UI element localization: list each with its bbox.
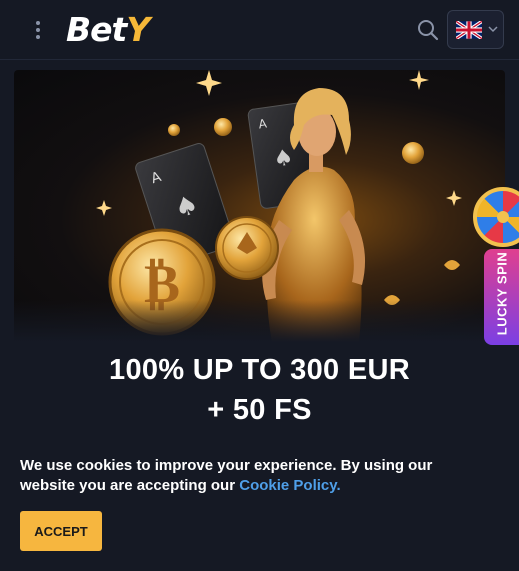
cookie-text: We use cookies to improve your experienc… [20,457,433,494]
accept-cookies-button[interactable]: ACCEPT [20,511,102,551]
chevron-down-icon [488,26,498,33]
cookie-policy-link[interactable]: Cookie Policy. [239,477,340,494]
ethereum-coin [215,216,279,280]
lucky-spin-label: LUCKY SPIN [494,251,510,336]
uk-flag-icon [456,21,482,39]
svg-text:♠: ♠ [272,145,295,173]
search-icon[interactable] [417,19,439,41]
banner-fade [14,300,505,342]
logo-accent: Y [126,10,150,49]
logo-text: Bet [66,10,127,49]
fortune-wheel-icon [473,187,519,247]
promo-title: 100% UP TO 300 EUR + 50 FS [0,350,519,430]
top-header: BetY [0,0,519,60]
promo-line-2: + 50 FS [207,394,312,426]
lucky-spin-widget[interactable]: LUCKY SPIN [473,187,519,346]
promo-line-1: 100% UP TO 300 EUR [109,354,410,386]
cookie-notice: We use cookies to improve your experienc… [20,456,480,496]
kebab-menu-icon[interactable] [30,18,46,42]
promo-banner[interactable]: A ♠ A ♠ ₿ [14,70,505,342]
lucky-spin-tab[interactable]: LUCKY SPIN [484,249,519,345]
site-logo[interactable]: BetY [66,8,150,52]
language-selector[interactable] [447,10,504,49]
